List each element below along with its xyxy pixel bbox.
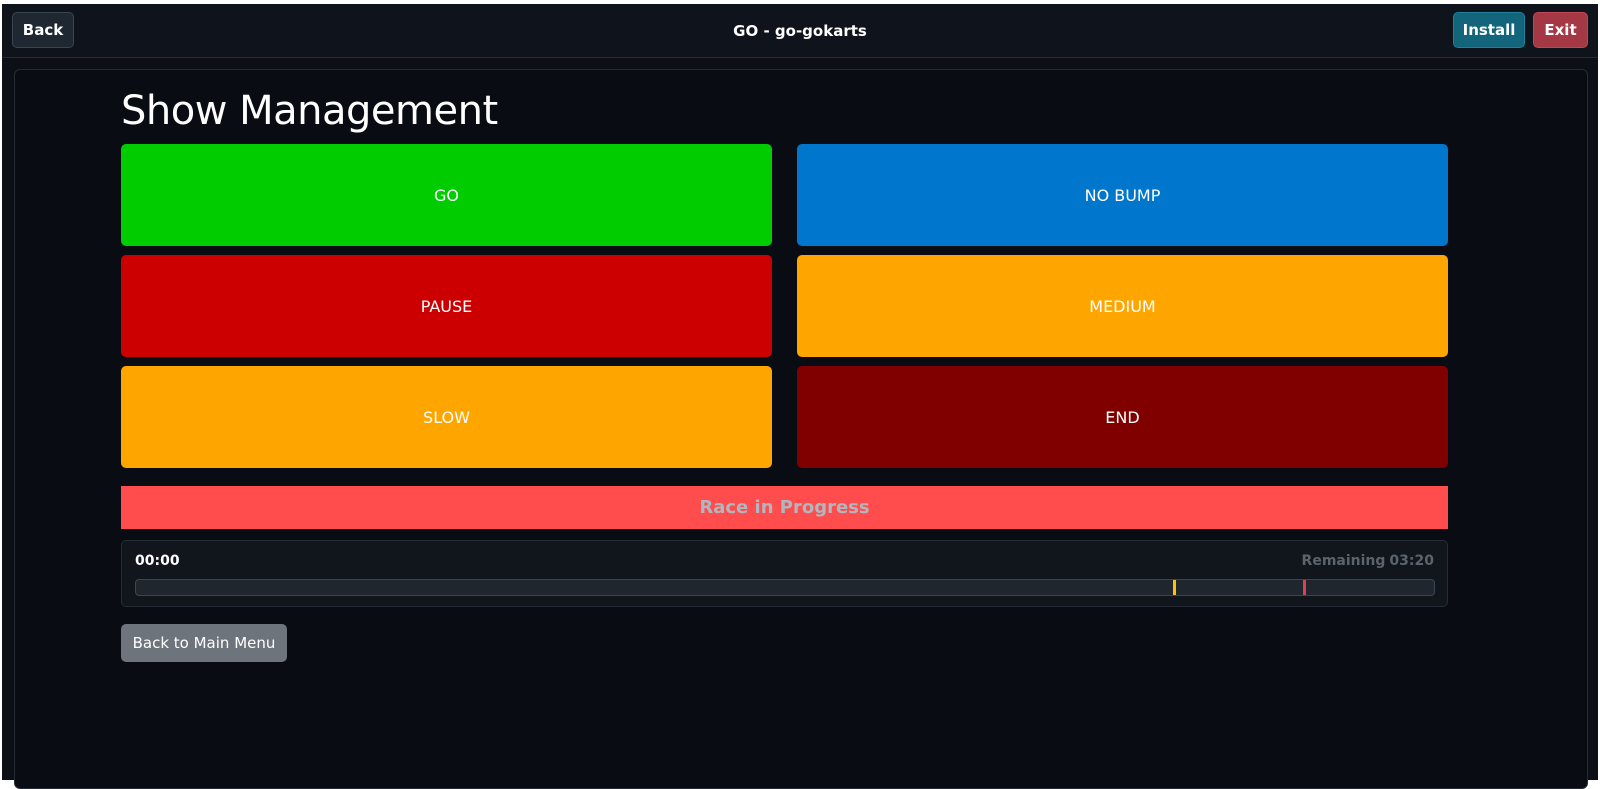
race-timer: 00:00 Remaining 03:20 xyxy=(121,540,1448,607)
remaining-value: 03:20 xyxy=(1389,553,1434,569)
end-button[interactable]: END xyxy=(797,366,1448,468)
medium-button[interactable]: MEDIUM xyxy=(797,255,1448,357)
page-title: Show Management xyxy=(121,88,498,134)
back-button[interactable]: Back xyxy=(12,12,74,48)
slow-button[interactable]: SLOW xyxy=(121,366,772,468)
race-progress-track xyxy=(135,579,1435,596)
elapsed-time: 00:00 xyxy=(135,553,180,569)
exit-button[interactable]: Exit xyxy=(1533,12,1588,48)
remaining-label: Remaining xyxy=(1301,553,1386,569)
go-button[interactable]: GO xyxy=(121,144,772,246)
warning-marker xyxy=(1173,580,1177,595)
control-button-grid: GO NO BUMP PAUSE MEDIUM SLOW END xyxy=(121,144,1448,468)
app-title: GO - go-gokarts xyxy=(733,21,867,40)
top-bar: Back GO - go-gokarts Install Exit xyxy=(2,4,1598,58)
pause-button[interactable]: PAUSE xyxy=(121,255,772,357)
install-button[interactable]: Install xyxy=(1453,12,1525,48)
end-marker xyxy=(1303,580,1307,595)
remaining-time: Remaining 03:20 xyxy=(1302,553,1434,569)
race-status-banner: Race in Progress xyxy=(121,486,1448,529)
app-window: Back GO - go-gokarts Install Exit Show M… xyxy=(2,4,1598,789)
content-panel: Show Management GO NO BUMP PAUSE MEDIUM … xyxy=(14,69,1588,789)
no-bump-button[interactable]: NO BUMP xyxy=(797,144,1448,246)
back-to-main-menu-button[interactable]: Back to Main Menu xyxy=(121,624,287,662)
